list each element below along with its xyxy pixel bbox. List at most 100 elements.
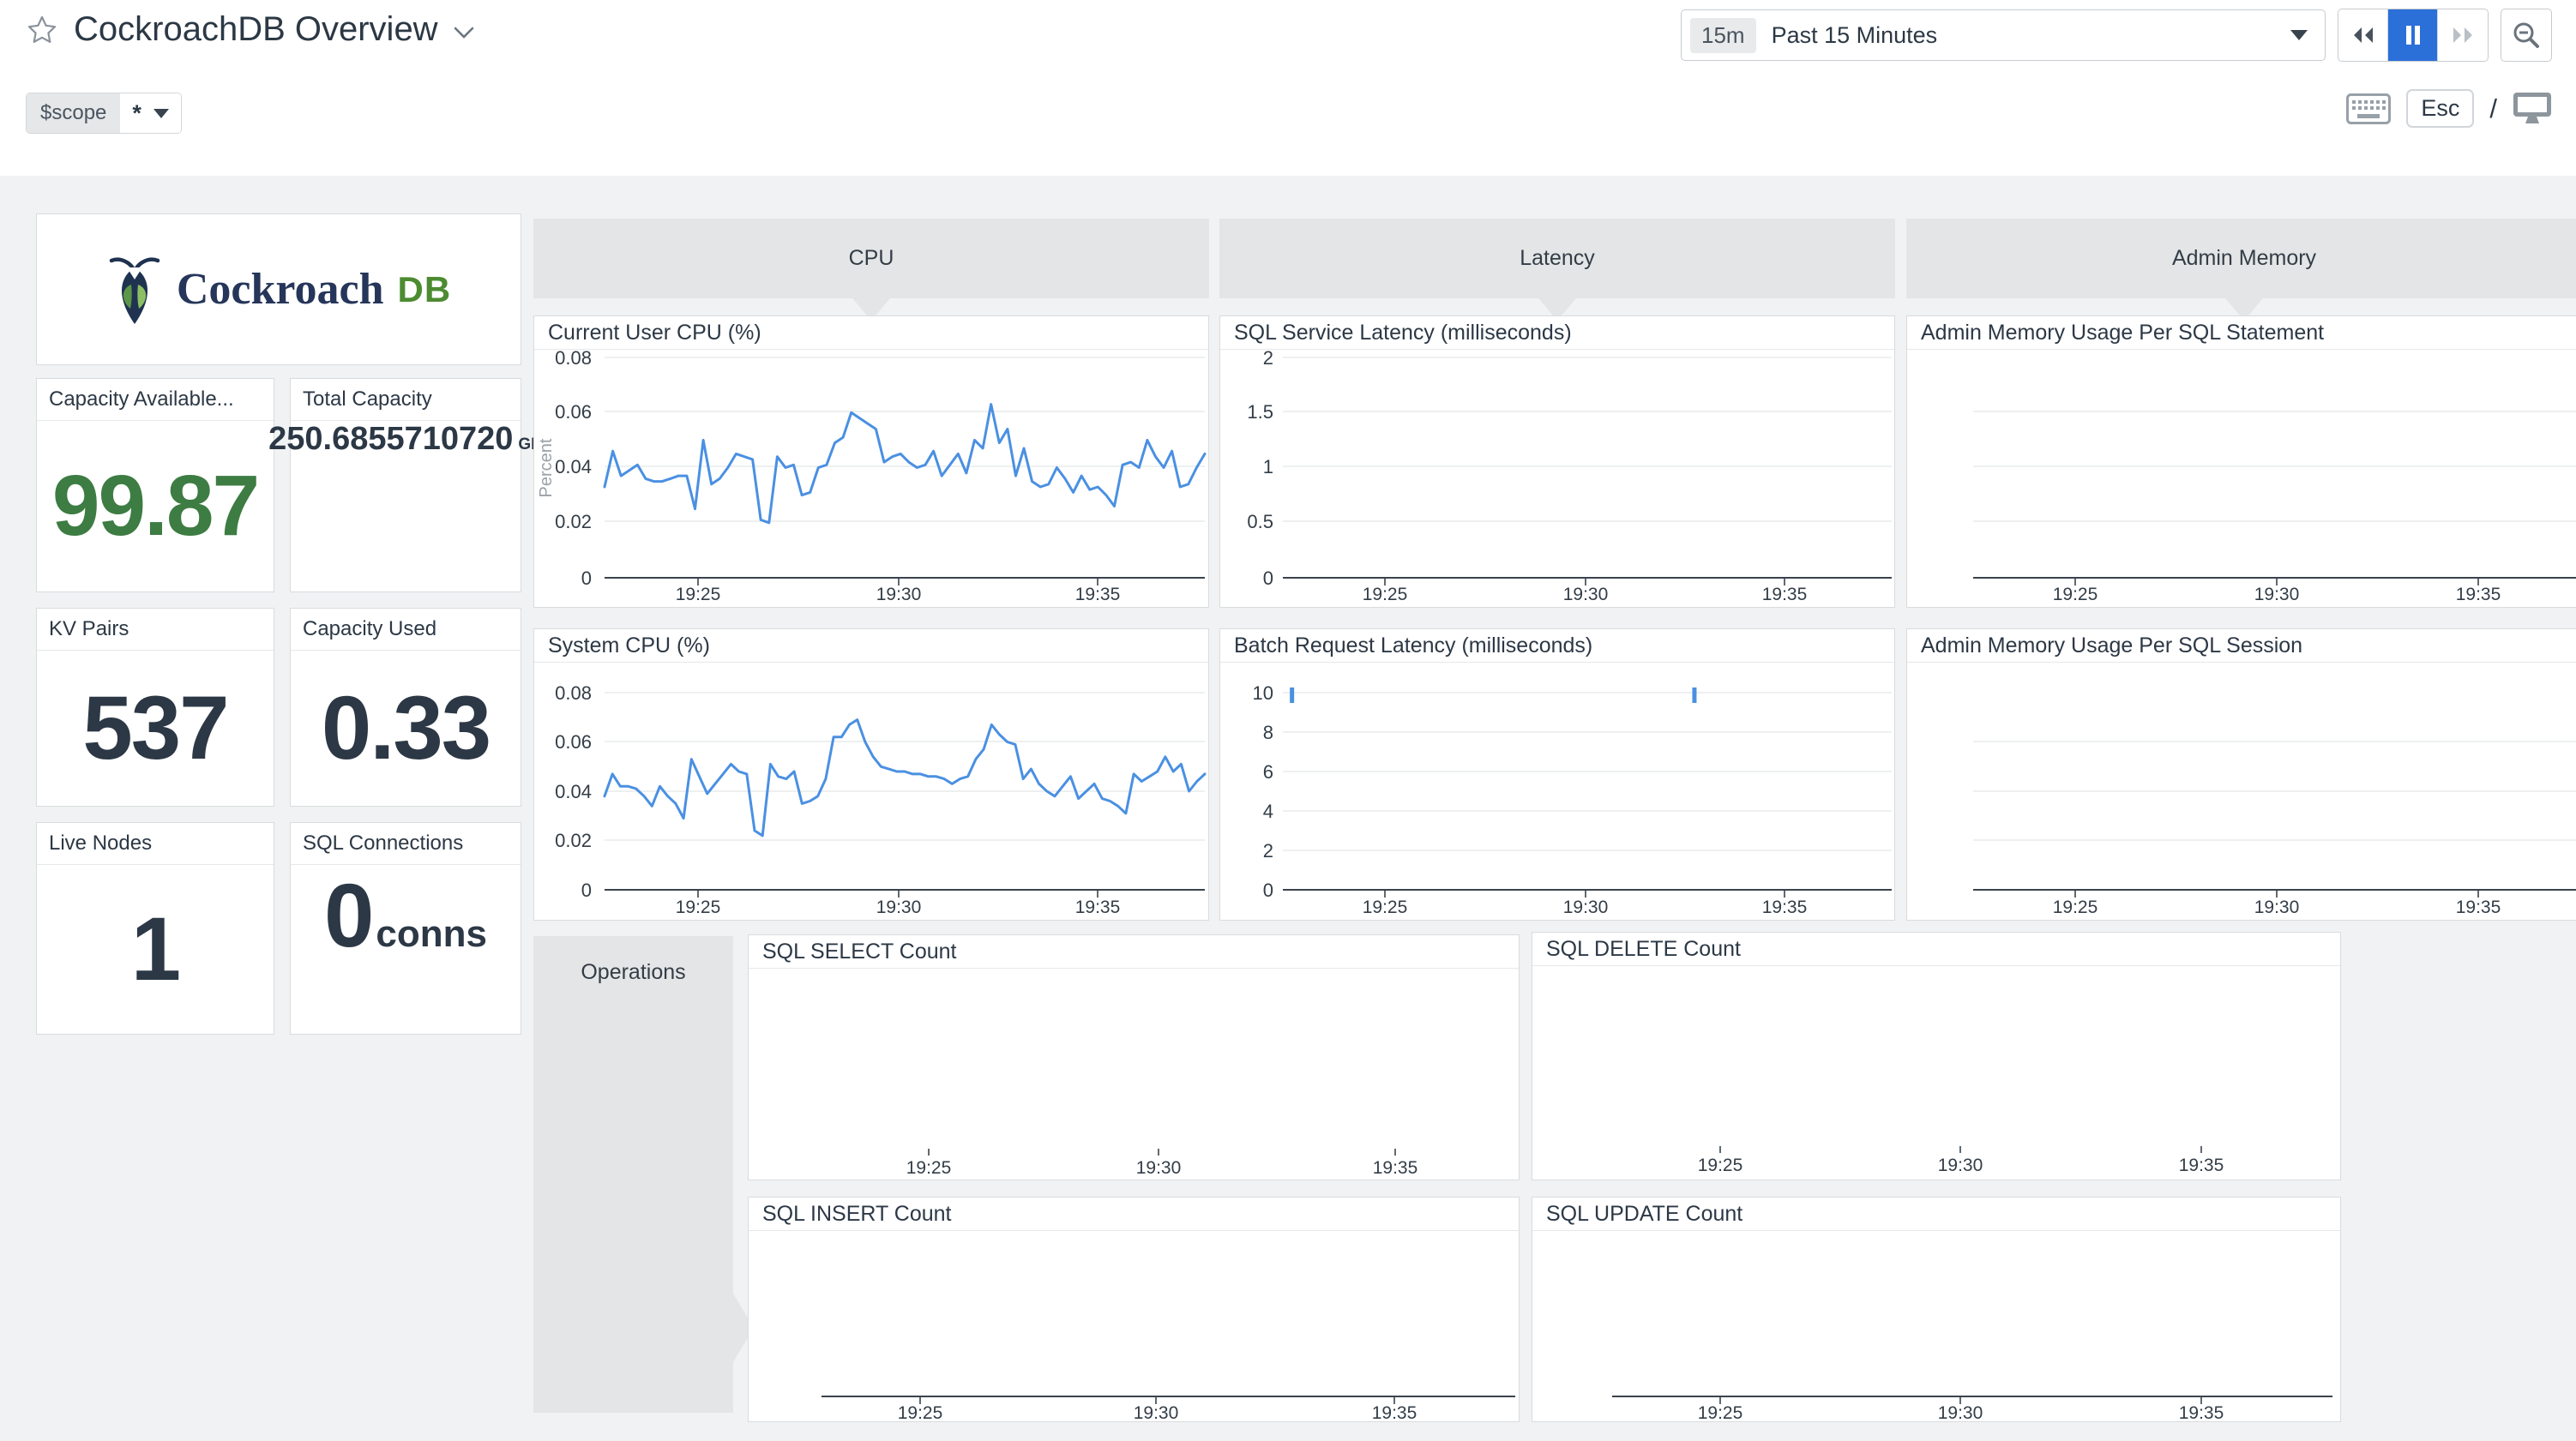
- chart-title: Current User CPU (%): [534, 316, 1208, 350]
- logo-wordmark: Cockroach: [177, 264, 384, 315]
- stat-value: 99.87: [52, 457, 258, 555]
- scope-value-select[interactable]: *: [120, 93, 181, 133]
- svg-text:10: 10: [1253, 682, 1273, 704]
- stat-value: 250.6855710720: [268, 421, 513, 458]
- chart-title: Batch Request Latency (milliseconds): [1220, 629, 1894, 663]
- stat-label: Capacity Available...: [37, 379, 274, 421]
- svg-text:19:25: 19:25: [906, 1158, 952, 1178]
- chart-current-user-cpu[interactable]: Current User CPU (%) 0.080.060.040.02019…: [533, 315, 1209, 608]
- scope-template-variable[interactable]: $scope *: [26, 93, 182, 134]
- stat-card-capacity-available[interactable]: Capacity Available... 99.87: [36, 378, 274, 592]
- svg-text:2: 2: [1263, 350, 1273, 369]
- chart-sql-service-latency[interactable]: SQL Service Latency (milliseconds) 21.51…: [1219, 315, 1895, 608]
- cockroachdb-logo-card: Cockroach DB: [36, 213, 521, 365]
- svg-text:19:30: 19:30: [2254, 585, 2300, 604]
- zoom-out-button[interactable]: [2501, 9, 2552, 62]
- chart-title: Admin Memory Usage Per SQL Session: [1907, 629, 2576, 663]
- svg-text:4: 4: [1263, 801, 1273, 822]
- chart-sql-delete-count[interactable]: SQL DELETE Count 19:2519:3019:35: [1532, 932, 2341, 1180]
- group-label: Latency: [1520, 246, 1595, 271]
- svg-text:19:35: 19:35: [1075, 898, 1121, 917]
- scope-value: *: [132, 100, 141, 127]
- star-icon[interactable]: [26, 15, 58, 45]
- chart-batch-request-latency[interactable]: Batch Request Latency (milliseconds) 108…: [1219, 628, 1895, 921]
- svg-text:Percent: Percent: [537, 438, 556, 497]
- line-chart[interactable]: 19:2519:3019:35: [1907, 350, 2576, 608]
- chart-title: Admin Memory Usage Per SQL Statement: [1907, 316, 2576, 350]
- chart-sql-select-count[interactable]: SQL SELECT Count 19:2519:3019:35: [748, 934, 1520, 1180]
- chart-admin-memory-per-sql-session[interactable]: Admin Memory Usage Per SQL Session 19:25…: [1906, 628, 2576, 921]
- caret-down-icon: [2290, 30, 2308, 40]
- line-chart[interactable]: 21.510.5019:2519:3019:35: [1220, 350, 1894, 608]
- stat-label: SQL Connections: [291, 823, 521, 865]
- line-chart[interactable]: 19:2519:3019:35: [749, 1231, 1519, 1422]
- stat-card-capacity-used[interactable]: Capacity Used 0.33: [290, 608, 521, 807]
- time-range-label: Past 15 Minutes: [1772, 22, 1938, 49]
- rewind-button[interactable]: [2338, 9, 2388, 61]
- stat-label: Live Nodes: [37, 823, 274, 865]
- svg-text:19:25: 19:25: [2053, 585, 2098, 604]
- svg-text:0.02: 0.02: [555, 511, 592, 532]
- chevron-down-icon[interactable]: [454, 27, 474, 39]
- svg-text:19:35: 19:35: [1373, 1158, 1418, 1178]
- svg-text:0: 0: [1263, 880, 1273, 901]
- svg-text:19:30: 19:30: [876, 585, 922, 604]
- stat-card-kv-pairs[interactable]: KV Pairs 537: [36, 608, 274, 807]
- svg-text:19:25: 19:25: [2053, 898, 2098, 917]
- group-header-cpu[interactable]: CPU: [533, 219, 1209, 298]
- chart-title: System CPU (%): [534, 629, 1208, 663]
- group-header-admin-memory[interactable]: Admin Memory: [1906, 219, 2576, 298]
- svg-text:19:30: 19:30: [1136, 1158, 1182, 1178]
- svg-text:0.04: 0.04: [555, 456, 592, 477]
- stat-value: 0.33: [322, 677, 490, 780]
- line-chart[interactable]: 108642019:2519:3019:35: [1220, 663, 1894, 921]
- svg-text:19:35: 19:35: [1372, 1403, 1417, 1422]
- stat-value: 0: [324, 865, 372, 968]
- stat-label: Total Capacity: [291, 379, 521, 421]
- chart-system-cpu[interactable]: System CPU (%) 0.080.060.040.02019:2519:…: [533, 628, 1209, 921]
- svg-text:19:25: 19:25: [676, 898, 721, 917]
- chart-sql-insert-count[interactable]: SQL INSERT Count 19:2519:3019:35: [748, 1197, 1520, 1422]
- keyboard-icon[interactable]: [2346, 93, 2391, 124]
- svg-text:19:30: 19:30: [1938, 1403, 1983, 1422]
- fast-forward-button[interactable]: [2438, 9, 2488, 61]
- svg-text:19:35: 19:35: [1075, 585, 1121, 604]
- line-chart[interactable]: 19:2519:3019:35: [1532, 1231, 2340, 1422]
- svg-text:1: 1: [1263, 456, 1273, 477]
- line-chart[interactable]: 19:25 19:30 19:35: [749, 969, 1519, 1180]
- chart-admin-memory-per-sql-statement[interactable]: Admin Memory Usage Per SQL Statement 19:…: [1906, 315, 2576, 608]
- svg-text:19:30: 19:30: [1563, 898, 1609, 917]
- group-label: Operations: [533, 960, 733, 985]
- line-chart[interactable]: 0.080.060.040.02019:2519:3019:35: [534, 663, 1208, 921]
- line-chart[interactable]: 19:2519:3019:35: [1532, 966, 2340, 1180]
- svg-text:0: 0: [581, 567, 592, 589]
- group-header-latency[interactable]: Latency: [1219, 219, 1895, 298]
- chart-title: SQL Service Latency (milliseconds): [1220, 316, 1894, 350]
- chart-title: SQL UPDATE Count: [1532, 1198, 2340, 1231]
- svg-text:0.04: 0.04: [555, 781, 592, 802]
- group-header-operations[interactable]: Operations: [533, 936, 733, 1413]
- svg-text:19:25: 19:25: [1363, 898, 1408, 917]
- stat-card-total-capacity[interactable]: Total Capacity 250.6855710720 GB: [290, 378, 521, 592]
- svg-text:0.08: 0.08: [555, 682, 592, 704]
- stat-value: 537: [82, 677, 227, 780]
- chart-title: SQL INSERT Count: [749, 1198, 1519, 1231]
- svg-text:2: 2: [1263, 840, 1273, 862]
- svg-text:19:35: 19:35: [2179, 1403, 2224, 1422]
- line-chart[interactable]: 19:2519:3019:35: [1907, 663, 2576, 921]
- stat-unit: conns: [376, 913, 487, 956]
- line-chart[interactable]: 0.080.060.040.02019:2519:3019:35Percent: [534, 350, 1208, 608]
- fullscreen-monitor-icon[interactable]: [2513, 92, 2552, 126]
- group-label: Admin Memory: [2172, 246, 2316, 271]
- chart-sql-update-count[interactable]: SQL UPDATE Count 19:2519:3019:35: [1532, 1197, 2341, 1422]
- stat-label: KV Pairs: [37, 609, 274, 651]
- stat-card-sql-connections[interactable]: SQL Connections 0 conns: [290, 822, 521, 1035]
- svg-text:0: 0: [581, 880, 592, 901]
- pause-button[interactable]: [2388, 9, 2438, 61]
- svg-text:19:25: 19:25: [898, 1403, 943, 1422]
- esc-keycap[interactable]: Esc: [2406, 89, 2474, 128]
- time-range-select[interactable]: 15m Past 15 Minutes: [1681, 9, 2326, 61]
- svg-text:0.08: 0.08: [555, 350, 592, 369]
- logo-db-suffix: DB: [398, 269, 452, 310]
- stat-card-live-nodes[interactable]: Live Nodes 1: [36, 822, 274, 1035]
